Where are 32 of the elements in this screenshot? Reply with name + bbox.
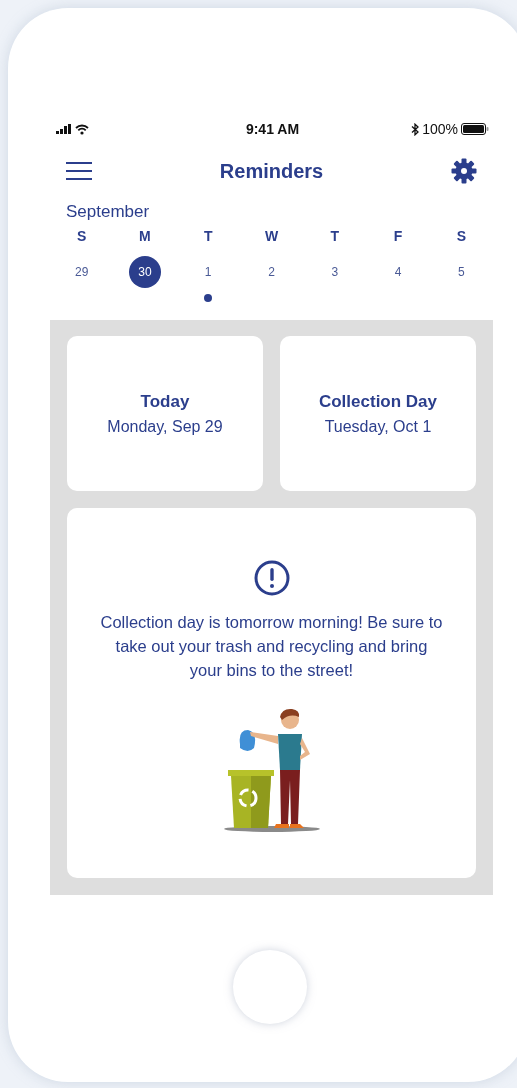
weekday-label: S <box>455 228 467 244</box>
signal-icon <box>56 124 72 134</box>
weekday-label: T <box>202 228 214 244</box>
calendar-day[interactable]: 4 <box>382 256 415 288</box>
battery-percentage: 100% <box>422 121 458 137</box>
weekday-label: W <box>263 228 280 244</box>
status-time: 9:41 AM <box>245 121 300 137</box>
menu-button[interactable] <box>66 161 92 181</box>
settings-icon <box>451 158 477 184</box>
notice-message: Collection day is tomorrow morning! Be sure to take out your trash and recycling and bring your bins to the street! <box>99 612 444 681</box>
battery-icon <box>461 123 489 135</box>
weekday-label: T <box>329 228 341 244</box>
calendar-day[interactable]: 1 <box>192 256 225 288</box>
calendar-day[interactable]: 2 <box>255 256 288 288</box>
alert-icon <box>253 560 290 596</box>
card-date: Monday, Sep 29 <box>107 417 223 436</box>
wifi-icon <box>75 123 89 135</box>
weekday-label: F <box>392 228 404 244</box>
card-title: Collection Day <box>318 391 438 412</box>
calendar-day[interactable]: 30 <box>128 256 161 288</box>
calendar-day[interactable]: 29 <box>65 256 98 288</box>
weekday-label: S <box>75 228 88 244</box>
calendar-day[interactable]: 3 <box>318 256 351 288</box>
card-date: Tuesday, Oct 1 <box>324 417 432 436</box>
weekday-label: M <box>138 228 152 244</box>
card-title: Today <box>140 391 190 412</box>
calendar-day[interactable]: 5 <box>445 256 478 288</box>
menu-icon <box>66 161 92 181</box>
settings-button[interactable] <box>451 158 477 184</box>
month-label: September <box>66 202 151 222</box>
screen-title: Reminders <box>219 159 324 183</box>
bluetooth-icon <box>411 122 420 136</box>
